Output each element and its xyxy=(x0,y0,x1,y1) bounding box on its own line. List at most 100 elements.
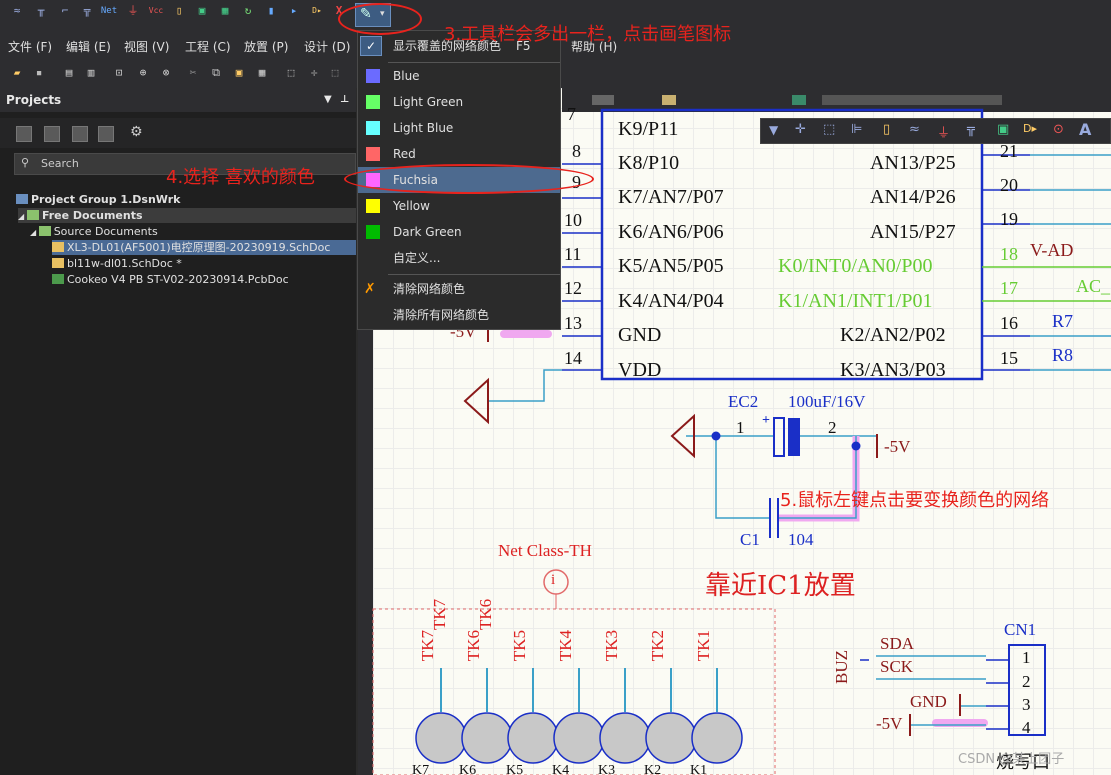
menu-label: Blue xyxy=(393,69,420,83)
pin-number: 12 xyxy=(564,278,582,298)
tk-label: TK7 xyxy=(418,630,437,662)
color-option-blue[interactable]: Blue xyxy=(358,63,560,89)
color-swatch xyxy=(366,225,380,239)
highlight-ellipse-pen xyxy=(338,3,422,35)
pin-number: 20 xyxy=(1000,175,1018,195)
pin-number: 7 xyxy=(567,104,576,124)
tk-label: TK6 xyxy=(464,630,483,662)
align-icon[interactable]: ⊫ xyxy=(851,122,862,137)
pin-name: GND xyxy=(618,324,662,346)
pin-number: 18 xyxy=(1000,244,1018,264)
color-swatch xyxy=(366,147,380,161)
pin-name: K2/AN2/P02 xyxy=(840,324,946,346)
junction xyxy=(851,441,861,451)
net-label-sck[interactable]: SCK xyxy=(880,657,913,677)
power-label-5v: -5V xyxy=(884,437,911,456)
text-icon[interactable]: A xyxy=(1079,120,1091,139)
touch-pad xyxy=(553,712,605,764)
c1-designator[interactable]: C1 xyxy=(740,530,760,550)
touch-keys xyxy=(440,668,718,712)
menu-label: Dark Green xyxy=(393,225,462,239)
tk-label: TK4 xyxy=(556,630,575,662)
menu-label: Red xyxy=(393,147,416,161)
pin-number: 4 xyxy=(1022,718,1031,737)
tk-label: TK7 xyxy=(430,598,449,630)
net-label-sda[interactable]: SDA xyxy=(880,634,914,654)
move-icon[interactable]: ✛ xyxy=(795,122,806,137)
pin-number: 14 xyxy=(564,348,582,368)
sheet-symbol-icon[interactable]: ▣ xyxy=(997,122,1009,137)
pin-number: 3 xyxy=(1022,695,1031,714)
menu-label: Light Green xyxy=(393,95,464,109)
power-label-5v: -5V xyxy=(876,714,903,733)
menu-label: Yellow xyxy=(393,199,430,213)
pin-number: 21 xyxy=(1000,141,1018,161)
net-label-ac[interactable]: AC_ xyxy=(1076,276,1110,297)
color-option-yellow[interactable]: Yellow xyxy=(358,193,560,219)
color-option-light-blue[interactable]: Light Blue xyxy=(358,115,560,141)
pin-name: K4/AN4/P04 xyxy=(618,290,724,312)
annotation-step-4: 4.选择 喜欢的颜色 xyxy=(166,167,315,188)
pin-name: VDD xyxy=(618,359,662,381)
part-icon[interactable]: ▯ xyxy=(883,122,890,137)
pin-number: 19 xyxy=(1000,209,1018,229)
k-label: K1 xyxy=(690,763,708,775)
touch-pad xyxy=(507,712,559,764)
wire-vdd xyxy=(488,369,562,402)
k-label: K2 xyxy=(644,763,662,775)
filter-icon[interactable]: ▼ xyxy=(769,123,778,137)
ec2-plate-neg xyxy=(788,418,800,456)
color-option-custom[interactable]: 自定义... xyxy=(358,245,560,271)
menu-label: 自定义... xyxy=(393,251,441,265)
ground-icon[interactable]: ⏚ xyxy=(937,122,950,141)
power-label-gnd: GND xyxy=(910,692,947,711)
k-label: K5 xyxy=(506,763,524,775)
net-label-vad[interactable]: V-AD xyxy=(1030,240,1073,261)
pin-number: 16 xyxy=(1000,313,1018,333)
pin-name: K3/AN3/P03 xyxy=(840,359,946,381)
cn1-designator[interactable]: CN1 xyxy=(1004,620,1036,640)
fuchsia-net-highlight xyxy=(932,719,988,727)
k-label: K7 xyxy=(412,763,430,775)
harness-icon[interactable]: ╦ xyxy=(967,122,975,137)
pin-number: 15 xyxy=(1000,348,1018,368)
menu-label: 清除所有网络颜色 xyxy=(393,308,490,322)
color-swatch xyxy=(366,199,380,213)
net-label-r7[interactable]: R7 xyxy=(1052,311,1073,332)
info-icon[interactable]: i xyxy=(551,572,555,589)
wire-icon[interactable]: ≈ xyxy=(909,122,920,137)
pin-number: 17 xyxy=(1000,278,1018,298)
annotation-step-5: 5.鼠标左键点击要变换颜色的网络 xyxy=(780,490,1050,511)
off-sheet-icon[interactable]: D▸ xyxy=(1023,122,1037,135)
c1-value[interactable]: 104 xyxy=(788,530,814,550)
ground-symbol xyxy=(463,377,489,425)
select-icon[interactable]: ⬚ xyxy=(823,122,835,137)
placement-note: 靠近IC1放置 xyxy=(705,571,856,601)
pin-name: K8/P10 xyxy=(618,152,680,174)
pin-name: K7/AN7/P07 xyxy=(618,186,724,208)
menu-label: 清除网络颜色 xyxy=(393,282,466,296)
net-label-r8[interactable]: R8 xyxy=(1052,345,1073,366)
tk-label: TK3 xyxy=(602,630,621,662)
pin-name: K9/P11 xyxy=(618,118,679,140)
touch-pad xyxy=(461,712,513,764)
checkmark-icon: ✓ xyxy=(360,36,382,56)
touch-pad xyxy=(691,712,743,764)
active-bar: ▼ ✛ ⬚ ⊫ ▯ ≈ ⏚ ╦ ▣ D▸ ⊙ A xyxy=(760,118,1111,144)
junction xyxy=(711,431,721,441)
ec2-value[interactable]: 100uF/16V xyxy=(788,392,865,412)
directive-icon[interactable]: ⊙ xyxy=(1053,122,1064,137)
color-option-dark-green[interactable]: Dark Green xyxy=(358,219,560,245)
clear-all-net-colors[interactable]: 清除所有网络颜色 xyxy=(358,302,560,328)
ec2-plate xyxy=(773,417,785,457)
wire-c1-left xyxy=(715,436,770,519)
color-option-light-green[interactable]: Light Green xyxy=(358,89,560,115)
clear-net-color[interactable]: ✗ 清除网络颜色 xyxy=(358,276,560,302)
netclass-label[interactable]: Net Class-TH xyxy=(498,541,592,561)
annotation-step-3: 3.工具栏会多出一栏，点击画笔图标 xyxy=(444,24,732,45)
pin-name: K0/INT0/AN0/P00 xyxy=(778,255,933,277)
k-label: K4 xyxy=(552,763,570,775)
separator xyxy=(388,274,560,275)
highlight-ellipse-fuchsia xyxy=(344,164,594,194)
ec2-designator[interactable]: EC2 xyxy=(728,392,758,412)
